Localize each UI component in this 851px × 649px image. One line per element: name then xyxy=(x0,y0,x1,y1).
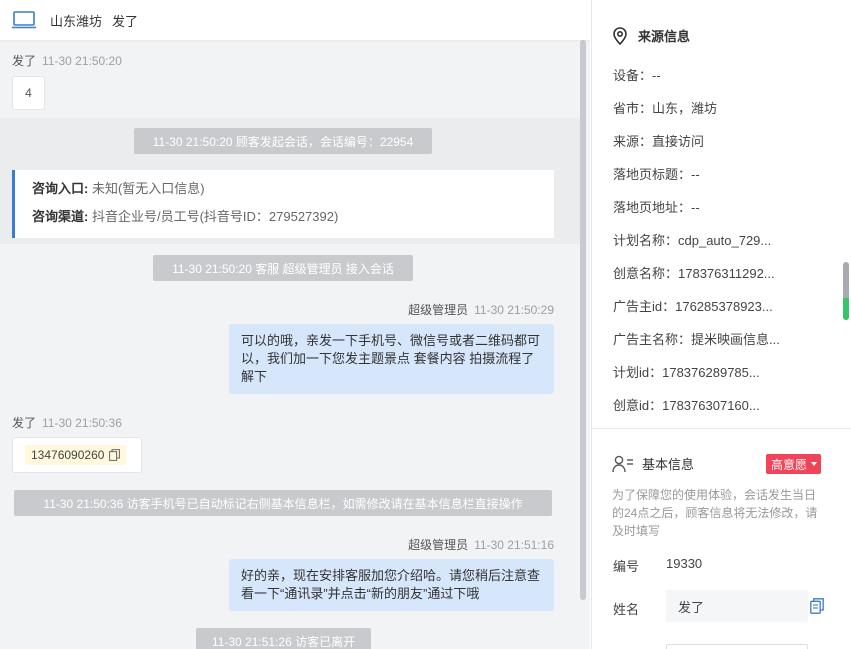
copy-icon[interactable] xyxy=(109,449,121,461)
info-sidebar: 来源信息 设备：-- 省市：山东，潍坊 来源：直接访问 落地页标题：-- 落地页… xyxy=(591,0,851,649)
entry-label: 咨询入口: xyxy=(32,181,89,196)
message-text: 好的亲，现在安排客服加您介绍哈。请您稍后注意查看一下“通讯录”并点击“新的朋友”… xyxy=(241,568,541,601)
chat-scrollbar[interactable] xyxy=(580,40,586,600)
channel-value: 抖音企业号/员工号(抖音号ID：279527392) xyxy=(91,209,339,224)
divider xyxy=(592,428,851,429)
source-creative-id: 创意id：178376307160... xyxy=(613,398,760,413)
intent-level-label: 高意愿 xyxy=(771,457,808,472)
message-time: 11-30 21:50:29 xyxy=(474,303,554,317)
message-meta: 超级管理员 11-30 21:50:29 xyxy=(408,301,554,318)
name-input[interactable] xyxy=(666,590,808,622)
basic-info-title-text: 基本信息 xyxy=(642,457,695,472)
source-info-title: 来源信息 xyxy=(612,26,690,45)
source-plan-name: 计划名称：cdp_auto_729... xyxy=(613,233,772,248)
source-landing-title: 落地页标题：-- xyxy=(613,167,700,182)
next-field-input[interactable] xyxy=(666,644,808,649)
message-meta: 发了 11-30 21:50:20 xyxy=(12,52,122,69)
source-device: 设备：-- xyxy=(613,68,661,83)
copy-icon[interactable] xyxy=(810,598,824,614)
system-message-text: 11-30 21:50:20 顾客发起会话，会话编号：22954 xyxy=(152,134,414,149)
system-message-text: 11-30 21:50:36 访客手机号已自动标记右侧基本信息栏，如需修改请在基… xyxy=(43,496,523,511)
system-message: 11-30 21:50:36 访客手机号已自动标记右侧基本信息栏，如需修改请在基… xyxy=(14,490,552,516)
source-origin: 来源：直接访问 xyxy=(613,134,705,149)
caret-down-icon xyxy=(811,462,818,466)
sidebar-scrollbar[interactable] xyxy=(843,262,849,320)
message-time: 11-30 21:50:20 xyxy=(42,54,122,68)
system-message-text: 11-30 21:51:26 访客已离开 xyxy=(211,634,356,649)
entry-value: 未知(暂无入口信息) xyxy=(91,181,205,196)
outgoing-message: 可以的哦，亲发一下手机号、微信号或者二维码都可以，我们加一下您发主题景点 套餐内… xyxy=(229,324,554,394)
message-text: 可以的哦，亲发一下手机号、微信号或者二维码都可以，我们加一下您发主题景点 套餐内… xyxy=(241,333,541,384)
sender-name: 超级管理员 xyxy=(408,303,469,317)
basic-info-title: 基本信息 xyxy=(612,454,694,473)
computer-icon xyxy=(12,11,36,29)
incoming-message: 4 xyxy=(12,76,45,110)
sender-name: 发了 xyxy=(12,416,37,430)
system-message-text: 11-30 21:50:20 客服 超级管理员 接入会话 xyxy=(172,261,394,276)
sender-name: 超级管理员 xyxy=(408,538,469,552)
source-region: 省市：山东，潍坊 xyxy=(613,101,718,116)
phone-number-chip[interactable]: 13476090260 xyxy=(25,445,127,465)
name-label: 姓名 xyxy=(613,602,640,617)
location-pin-icon xyxy=(613,26,627,45)
source-advertiser-name: 广告主名称：提米映画信息... xyxy=(613,332,780,347)
consult-entry-card: 咨询入口: 未知(暂无入口信息) 咨询渠道: 抖音企业号/员工号(抖音号ID：2… xyxy=(12,170,554,238)
chat-panel: 山东潍坊 发了 发了 11-30 21:50:20 4 11-30 21:50:2… xyxy=(0,0,590,649)
intent-level-dropdown[interactable]: 高意愿 xyxy=(766,454,822,474)
phone-number: 13476090260 xyxy=(31,448,105,462)
system-message: 11-30 21:50:20 客服 超级管理员 接入会话 xyxy=(153,255,413,281)
user-info-icon xyxy=(612,455,633,472)
visitor-name: 发了 xyxy=(112,13,139,29)
incoming-message: 13476090260 xyxy=(12,437,142,473)
source-info-title-text: 来源信息 xyxy=(638,29,691,44)
id-label: 编号 xyxy=(613,559,640,574)
system-message: 11-30 21:50:20 顾客发起会话，会话编号：22954 xyxy=(134,128,432,154)
channel-row: 咨询渠道: 抖音企业号/员工号(抖音号ID：279527392) xyxy=(32,206,554,234)
system-message: 11-30 21:51:26 访客已离开 xyxy=(196,628,371,649)
channel-label: 咨询渠道: xyxy=(32,209,89,224)
chat-header: 山东潍坊 发了 xyxy=(0,0,590,40)
source-plan-id: 计划id：178376289785... xyxy=(613,365,760,380)
outgoing-message: 好的亲，现在安排客服加您介绍哈。请您稍后注意查看一下“通讯录”并点击“新的朋友”… xyxy=(229,559,554,611)
id-value: 19330 xyxy=(666,556,703,571)
source-advertiser-id: 广告主id：176285378923... xyxy=(613,299,773,314)
source-landing-url: 落地页地址：-- xyxy=(613,200,700,215)
sender-name: 发了 xyxy=(12,54,37,68)
visitor-location: 山东潍坊 xyxy=(50,13,103,29)
message-text: 4 xyxy=(25,86,32,100)
message-meta: 超级管理员 11-30 21:51:16 xyxy=(408,536,554,553)
edit-notice: 为了保障您的使用体验，会话发生当日的24点之后，顾客信息将无法修改，请及时填写 xyxy=(612,488,818,538)
message-time: 11-30 21:50:36 xyxy=(42,416,122,430)
source-creative-name: 创意名称：178376311292... xyxy=(613,266,775,281)
message-time: 11-30 21:51:16 xyxy=(474,538,554,552)
entry-row: 咨询入口: 未知(暂无入口信息) xyxy=(32,178,554,206)
message-meta: 发了 11-30 21:50:36 xyxy=(12,414,122,431)
